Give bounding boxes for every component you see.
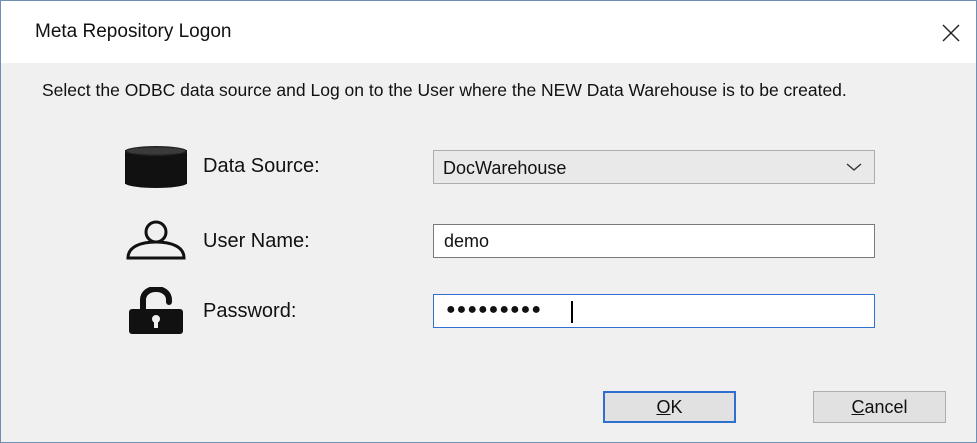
title-bar: Meta Repository Logon [1, 1, 976, 63]
chevron-down-icon [846, 163, 862, 171]
close-icon [942, 24, 960, 42]
cancel-button[interactable]: Cancel [813, 391, 946, 423]
user-name-input[interactable]: demo [433, 224, 875, 258]
data-source-value: DocWarehouse [443, 158, 567, 178]
cancel-button-mnemonic: C [851, 396, 865, 417]
password-label: Password: [203, 300, 297, 322]
close-button[interactable] [931, 15, 971, 51]
user-name-value: demo [444, 231, 490, 251]
window-title: Meta Repository Logon [35, 21, 232, 42]
ok-button-mnemonic: O [656, 396, 671, 417]
ok-button[interactable]: OK [603, 391, 736, 423]
logon-dialog: Meta Repository Logon Select the ODBC da… [0, 0, 977, 443]
instructions-text: Select the ODBC data source and Log on t… [42, 80, 847, 100]
ok-button-label-rest: K [670, 396, 683, 417]
password-masked-value: ●●●●●●●●● [446, 301, 542, 318]
cancel-button-label-rest: ancel [864, 396, 908, 417]
password-input[interactable]: ●●●●●●●●● [433, 294, 875, 328]
user-icon [126, 220, 186, 260]
unlocked-padlock-icon [129, 287, 183, 334]
database-icon [125, 146, 187, 188]
data-source-label: Data Source: [203, 155, 320, 177]
text-caret [571, 301, 573, 323]
data-source-dropdown[interactable]: DocWarehouse [433, 150, 875, 184]
user-name-label: User Name: [203, 230, 310, 252]
